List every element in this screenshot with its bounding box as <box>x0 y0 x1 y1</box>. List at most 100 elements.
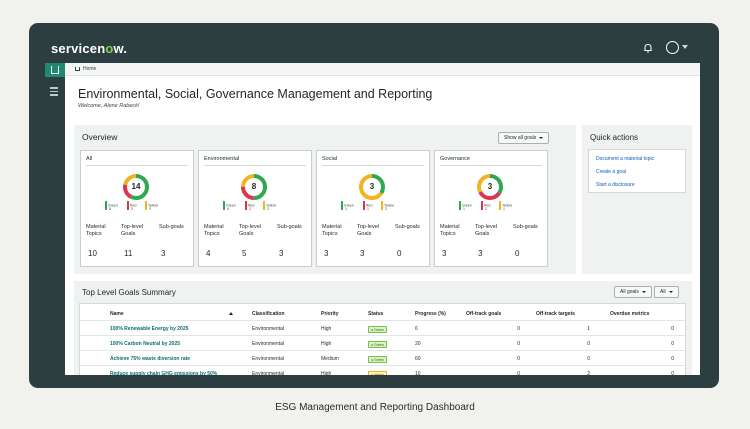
column-header-off-track-goals[interactable]: Off-track goals <box>466 311 501 317</box>
breadcrumb[interactable]: Home <box>75 66 96 72</box>
breadcrumb-bar: Home <box>65 63 700 76</box>
show-all-goals-button[interactable]: Show all goals <box>498 132 550 144</box>
goal-name-link[interactable]: Achieve 75% waste diversion rate <box>110 356 190 362</box>
legend-red-count: 2 <box>249 207 251 211</box>
legend-yellow-count: 2 <box>267 207 269 211</box>
chevron-down-icon <box>641 290 646 293</box>
overview-title: Overview <box>82 132 118 142</box>
metric-label-top-level-goals: Top-level Goals <box>121 224 144 237</box>
top-bar: servicenow. <box>38 33 710 63</box>
list-icon[interactable] <box>50 87 58 98</box>
metric-label-sub-goals: Sub-goals <box>395 224 420 230</box>
sort-arrow-icon[interactable] <box>229 312 233 315</box>
home-icon <box>51 66 59 74</box>
overview-card[interactable]: Governance 3 Green 1 Red 1 Yellow 1 Materia… <box>434 150 548 267</box>
progress-cell: 6 <box>415 326 418 332</box>
servicenow-logo[interactable]: servicenow. <box>51 41 127 56</box>
legend-red-count: 1 <box>367 207 369 211</box>
column-header-progress[interactable]: Progress (%) <box>415 311 446 317</box>
off-track-targets-cell: 1 <box>587 326 590 332</box>
bell-icon[interactable] <box>642 42 654 54</box>
column-header-name[interactable]: Name <box>110 311 124 317</box>
status-badge: ● Green <box>368 341 387 348</box>
start-disclosure-link[interactable]: Start a disclosure <box>596 182 635 188</box>
all-filter[interactable]: All <box>654 286 679 298</box>
home-icon <box>75 66 80 71</box>
column-header-priority[interactable]: Priority <box>321 311 339 317</box>
quick-actions-title: Quick actions <box>590 133 639 142</box>
column-header-overdue-metrics[interactable]: Overdue metrics <box>610 311 649 317</box>
chevron-down-icon <box>668 290 673 293</box>
metric-label-top-level-goals: Top-level Goals <box>475 224 498 237</box>
metric-label-material-topics: Material Topics <box>440 224 460 237</box>
chevron-down-icon[interactable] <box>682 45 688 49</box>
goal-name-link[interactable]: 100% Renewable Energy by 2025 <box>110 326 188 332</box>
priority-cell: High <box>321 371 332 375</box>
all-goals-filter[interactable]: All goals <box>614 286 652 298</box>
legend-red: Red 1 <box>363 201 372 211</box>
off-track-goals-cell: 0 <box>517 326 520 332</box>
donut-total: 3 <box>369 182 375 191</box>
page-title: Environmental, Social, Governance Manage… <box>78 87 433 101</box>
off-track-targets-cell: 0 <box>587 341 590 347</box>
column-header-off-track-targets[interactable]: Off-track targets <box>536 311 575 317</box>
table-row[interactable]: 100% Carbon Neutral by 2025 Environmenta… <box>80 335 685 350</box>
status-badge: ● Yellow <box>368 371 388 375</box>
metric-value-sub-goals: 0 <box>397 249 402 258</box>
document-material-topic-link[interactable]: Document a material topic <box>596 156 654 162</box>
table-row[interactable]: Achieve 75% waste diversion rate Environ… <box>80 350 685 365</box>
metric-value-sub-goals: 0 <box>515 249 520 258</box>
priority-cell: High <box>321 341 332 347</box>
goal-name-link[interactable]: Reduce supply chain GHG emissions by 50% <box>110 371 217 375</box>
metric-label-sub-goals: Sub-goals <box>277 224 302 230</box>
column-header-classification[interactable]: Classification <box>252 311 285 317</box>
legend-green: Green 1 <box>341 201 354 211</box>
legend-green: Green 8 <box>105 201 118 211</box>
welcome-text: Welcome, Alene Rabeck! <box>78 103 140 109</box>
overdue-metrics-cell: 0 <box>671 356 674 362</box>
legend-yellow-count: 3 <box>149 207 151 211</box>
quick-actions-list: Document a material topic Create a goal … <box>588 149 686 193</box>
metric-label-material-topics: Material Topics <box>322 224 342 237</box>
metric-label-material-topics: Material Topics <box>86 224 106 237</box>
left-nav <box>38 63 65 375</box>
legend-yellow: Yellow 2 <box>263 201 276 211</box>
column-header-status[interactable]: Status <box>368 311 383 317</box>
priority-cell: Medium <box>321 356 339 362</box>
donut-total: 14 <box>131 182 141 191</box>
legend-green-count: 1 <box>345 207 347 211</box>
legend-red: Red 3 <box>127 201 136 211</box>
metric-value-top-level-goals: 3 <box>478 249 483 258</box>
overview-card[interactable]: Environmental 8 Green 4 Red 2 Yellow 2 Mate… <box>198 150 312 267</box>
main-content: Home Environmental, Social, Governance M… <box>65 63 700 375</box>
card-title: Social <box>322 156 337 162</box>
overdue-metrics-cell: 0 <box>671 326 674 332</box>
chevron-down-icon <box>539 136 544 139</box>
metric-label-material-topics: Material Topics <box>204 224 224 237</box>
legend-red-count: 1 <box>485 207 487 211</box>
legend-green: Green 1 <box>459 201 472 211</box>
off-track-targets-cell: 0 <box>587 356 590 362</box>
nav-home[interactable] <box>45 63 65 77</box>
classification-cell: Environmental <box>252 371 284 375</box>
status-badge: ● Green <box>368 356 387 363</box>
metric-value-material-topics: 4 <box>206 249 211 258</box>
goal-name-link[interactable]: 100% Carbon Neutral by 2025 <box>110 341 180 347</box>
overview-card[interactable]: All 14 Green 8 Red 3 Yellow 3 Material Topi… <box>80 150 194 267</box>
classification-cell: Environmental <box>252 326 284 332</box>
metric-value-sub-goals: 3 <box>161 249 166 258</box>
legend-red: Red 2 <box>245 201 254 211</box>
metric-value-top-level-goals: 5 <box>242 249 247 258</box>
overview-card[interactable]: Social 3 Green 1 Red 1 Yellow 2 Material To… <box>316 150 430 267</box>
avatar[interactable] <box>666 41 679 54</box>
create-goal-link[interactable]: Create a goal <box>596 169 626 175</box>
legend-yellow-count: 2 <box>385 207 387 211</box>
legend-yellow: Yellow 2 <box>381 201 394 211</box>
progress-cell: 10 <box>415 371 421 375</box>
caption: ESG Management and Reporting Dashboard <box>275 402 475 413</box>
table-row[interactable]: 100% Renewable Energy by 2025 Environmen… <box>80 320 685 335</box>
classification-cell: Environmental <box>252 341 284 347</box>
breadcrumb-label: Home <box>83 66 97 72</box>
status-badge: ● Green <box>368 326 387 333</box>
table-row[interactable]: Reduce supply chain GHG emissions by 50%… <box>80 365 685 375</box>
